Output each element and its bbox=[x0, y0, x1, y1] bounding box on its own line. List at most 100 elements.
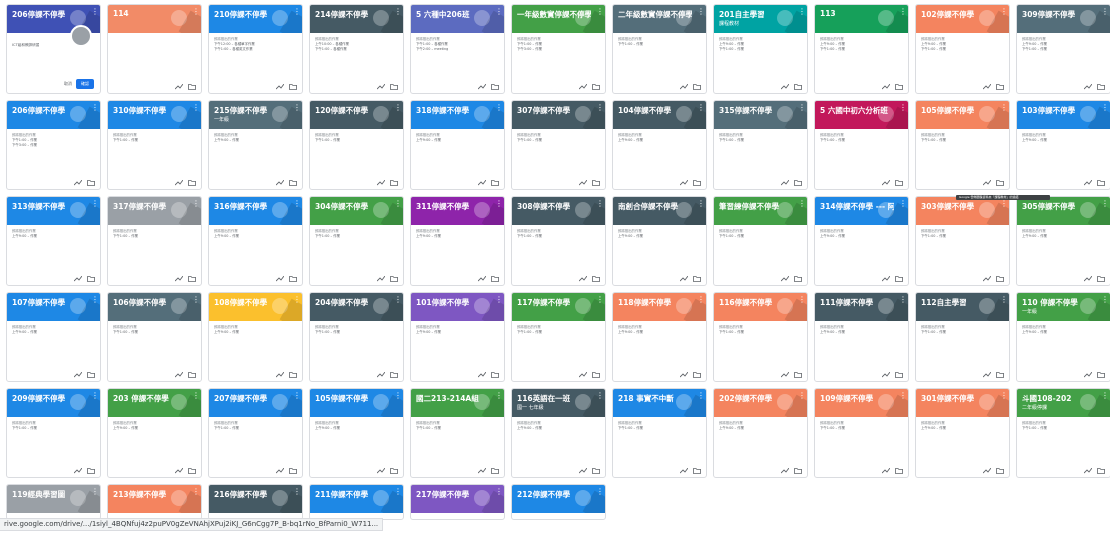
upcoming-item[interactable]: 下午1:00 – 作業 bbox=[315, 234, 398, 239]
more-options-icon[interactable]: ⋮ bbox=[798, 392, 806, 400]
folder-icon[interactable] bbox=[390, 276, 398, 282]
class-title[interactable]: 318停課不停學 bbox=[416, 105, 490, 116]
more-options-icon[interactable]: ⋮ bbox=[697, 296, 705, 304]
class-card[interactable]: 116英語在一班 國一 七年級 ⋮ 即將推出的作業 上午9:00 – 作業 bbox=[511, 388, 606, 478]
card-banner[interactable]: 5 六種中206班 ⋮ bbox=[411, 5, 504, 33]
class-card[interactable]: 213停課不停學 ⋮ bbox=[107, 484, 202, 520]
class-card[interactable]: 318停課不停學 ⋮ 即將推出的作業 上午9:00 – 作業 bbox=[410, 100, 505, 190]
class-title[interactable]: 201自主學習 bbox=[719, 9, 793, 20]
folder-icon[interactable] bbox=[289, 468, 297, 474]
upcoming-item[interactable]: 上午9:00 – 作業 bbox=[618, 330, 701, 335]
upcoming-item[interactable]: 上午9:00 – 作業 bbox=[416, 234, 499, 239]
class-card[interactable]: 120停課不停學 ⋮ 即將推出的作業 下午1:00 – 作業 bbox=[309, 100, 404, 190]
more-options-icon[interactable]: ⋮ bbox=[596, 200, 604, 208]
folder-icon[interactable] bbox=[87, 468, 95, 474]
class-title[interactable]: 203 停課不停學 bbox=[113, 393, 187, 404]
card-banner[interactable]: 313停課不停學 ⋮ bbox=[7, 197, 100, 225]
gradebook-trend-icon[interactable] bbox=[983, 276, 991, 282]
upcoming-item[interactable]: 下午1:00 – 作業 bbox=[820, 138, 903, 143]
card-banner[interactable]: 311停課不停學 ⋮ bbox=[411, 197, 504, 225]
class-title[interactable]: 119經典學習圖 bbox=[12, 489, 86, 500]
folder-icon[interactable] bbox=[188, 468, 196, 474]
upcoming-item[interactable]: 上午9:00 – 作業 bbox=[416, 330, 499, 335]
upcoming-item[interactable]: 下午1:00 – 作業 bbox=[113, 138, 196, 143]
gradebook-trend-icon[interactable] bbox=[579, 84, 587, 90]
class-card[interactable]: 二年級數實停課不停學 ⋮ 即將推出的作業 下午1:00 – 作業 bbox=[612, 4, 707, 94]
card-banner[interactable]: 108停課不停學 ⋮ bbox=[209, 293, 302, 321]
class-card[interactable]: 國二213-214A組 ⋮ 即將推出的作業 下午1:00 – 作業 bbox=[410, 388, 505, 478]
card-banner[interactable]: 120停課不停學 ⋮ bbox=[310, 101, 403, 129]
upcoming-item[interactable]: 上午9:00 – 作業 bbox=[12, 234, 95, 239]
card-banner[interactable]: 104停課不停學 ⋮ bbox=[613, 101, 706, 129]
class-card[interactable]: 102停課不停學 ⋮ 即將推出的作業 上午9:00 – 作業 下午1:00 – 作業 bbox=[915, 4, 1010, 94]
card-banner[interactable]: 106停課不停學 ⋮ bbox=[108, 293, 201, 321]
card-banner[interactable]: 114 ⋮ bbox=[108, 5, 201, 33]
class-title[interactable]: 313停課不停學 bbox=[12, 201, 86, 212]
folder-icon[interactable] bbox=[592, 468, 600, 474]
card-banner[interactable]: 一年級數實停課不停學 ⋮ bbox=[512, 5, 605, 33]
gradebook-trend-icon[interactable] bbox=[276, 372, 284, 378]
upcoming-item[interactable]: 下午1:00 – 作業 bbox=[517, 330, 600, 335]
more-options-icon[interactable]: ⋮ bbox=[394, 392, 402, 400]
card-banner[interactable]: 101停課不停學 ⋮ bbox=[411, 293, 504, 321]
upcoming-item[interactable]: 下午1:00 – 作業 bbox=[921, 138, 1004, 143]
card-banner[interactable]: 筆習練停課不停學 ⋮ bbox=[714, 197, 807, 225]
upcoming-item[interactable]: 上午9:00 – 作業 bbox=[921, 426, 1004, 431]
class-card[interactable]: 109停課不停學 ⋮ 即將推出的作業 下午1:00 – 作業 bbox=[814, 388, 909, 478]
class-card[interactable]: 104停課不停學 ⋮ 即將推出的作業 上午9:00 – 作業 bbox=[612, 100, 707, 190]
class-title[interactable]: 116停課不停學 bbox=[719, 297, 793, 308]
gradebook-trend-icon[interactable] bbox=[680, 84, 688, 90]
class-card[interactable]: 105停課不停學 ⋮ 即將推出的作業 下午1:00 – 作業 bbox=[915, 100, 1010, 190]
class-title[interactable]: 114 bbox=[113, 9, 187, 18]
folder-icon[interactable] bbox=[794, 372, 802, 378]
card-banner[interactable]: 二年級數實停課不停學 ⋮ bbox=[613, 5, 706, 33]
more-options-icon[interactable]: ⋮ bbox=[596, 8, 604, 16]
folder-icon[interactable] bbox=[794, 84, 802, 90]
upcoming-item[interactable]: 上午9:00 – 作業 bbox=[1022, 330, 1105, 335]
gradebook-trend-icon[interactable] bbox=[882, 468, 890, 474]
gradebook-trend-icon[interactable] bbox=[478, 372, 486, 378]
more-options-icon[interactable]: ⋮ bbox=[899, 392, 907, 400]
class-title[interactable]: 206停課不停學 bbox=[12, 9, 86, 20]
gradebook-trend-icon[interactable] bbox=[983, 372, 991, 378]
gradebook-trend-icon[interactable] bbox=[781, 180, 789, 186]
class-title[interactable]: 202停課不停學 bbox=[719, 393, 793, 404]
folder-icon[interactable] bbox=[1097, 372, 1105, 378]
class-title[interactable]: 311停課不停學 bbox=[416, 201, 490, 212]
gradebook-trend-icon[interactable] bbox=[781, 468, 789, 474]
gradebook-trend-icon[interactable] bbox=[983, 84, 991, 90]
gradebook-trend-icon[interactable] bbox=[175, 276, 183, 282]
more-options-icon[interactable]: ⋮ bbox=[1000, 104, 1008, 112]
upcoming-item[interactable]: 下午1:00 – 作業 bbox=[12, 426, 95, 431]
class-title[interactable]: 305停課不停學 bbox=[1022, 201, 1096, 212]
class-title[interactable]: 二年級數實停課不停學 bbox=[618, 9, 692, 20]
folder-icon[interactable] bbox=[188, 372, 196, 378]
upcoming-item[interactable]: 下午1:00 – 作業 bbox=[820, 47, 903, 52]
folder-icon[interactable] bbox=[592, 84, 600, 90]
class-card[interactable]: 214停課不停學 ⋮ 即將推出的作業 上午10:00 – 各種作業 下午1:00 – 各… bbox=[309, 4, 404, 94]
class-title[interactable]: 5 六種中206班 bbox=[416, 9, 490, 20]
more-options-icon[interactable]: ⋮ bbox=[1000, 8, 1008, 16]
gradebook-trend-icon[interactable] bbox=[478, 468, 486, 474]
folder-icon[interactable] bbox=[996, 84, 1004, 90]
card-banner[interactable]: 301停課不停學 ⋮ bbox=[916, 389, 1009, 417]
card-banner[interactable]: 117停課不停學 ⋮ bbox=[512, 293, 605, 321]
gradebook-trend-icon[interactable] bbox=[377, 84, 385, 90]
more-options-icon[interactable]: ⋮ bbox=[798, 104, 806, 112]
folder-icon[interactable] bbox=[289, 372, 297, 378]
card-banner[interactable]: 215停課不停學 一年級 ⋮ bbox=[209, 101, 302, 129]
folder-icon[interactable] bbox=[794, 180, 802, 186]
more-options-icon[interactable]: ⋮ bbox=[192, 488, 200, 496]
more-options-icon[interactable]: ⋮ bbox=[192, 8, 200, 16]
upcoming-item[interactable]: 下午1:00 – 作業 bbox=[719, 47, 802, 52]
class-title[interactable]: 217停課不停學 bbox=[416, 489, 490, 500]
gradebook-trend-icon[interactable] bbox=[680, 468, 688, 474]
class-title[interactable]: 316停課不停學 bbox=[214, 201, 288, 212]
class-card[interactable]: 5 六種中206班 ⋮ 即將推出的作業 下午1:00 – 各種作業 下午2:00 – m… bbox=[410, 4, 505, 94]
gradebook-trend-icon[interactable] bbox=[781, 84, 789, 90]
gradebook-trend-icon[interactable] bbox=[276, 276, 284, 282]
card-banner[interactable]: 209停課不停學 ⋮ bbox=[7, 389, 100, 417]
class-card[interactable]: 305停課不停學 ⋮ 即將推出的作業 上午9:00 – 作業 bbox=[1016, 196, 1110, 286]
card-banner[interactable]: 201自主學習 課程教材 ⋮ bbox=[714, 5, 807, 33]
gradebook-trend-icon[interactable] bbox=[478, 276, 486, 282]
